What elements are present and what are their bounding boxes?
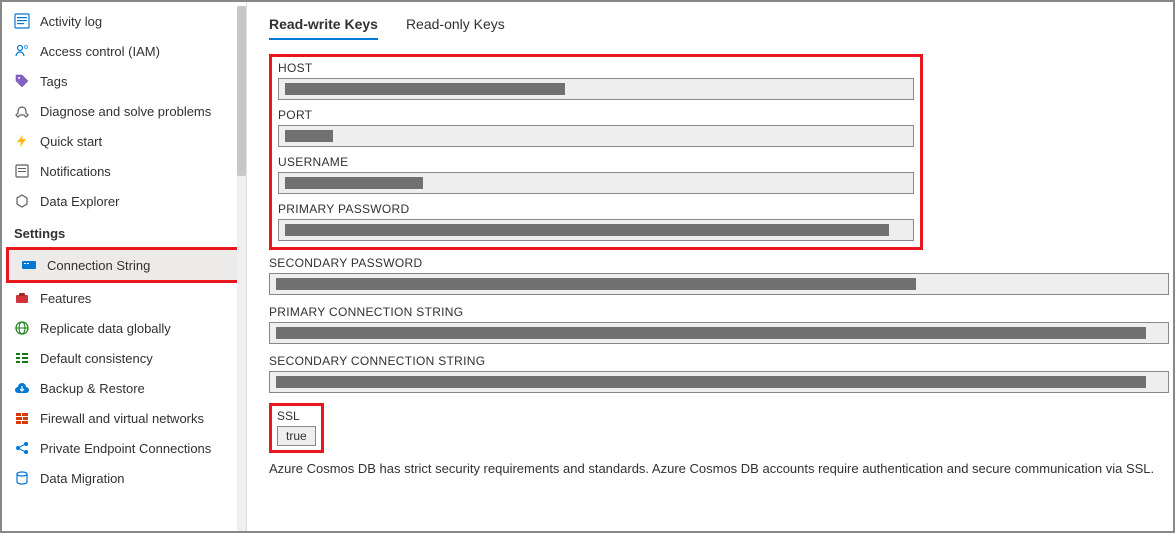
secondary-password-input[interactable] [269,273,1169,295]
consistency-icon [14,350,30,366]
sidebar-item-label: Data Migration [40,471,125,486]
secondary-conn-label: SECONDARY CONNECTION STRING [269,354,1169,368]
sidebar-item-label: Diagnose and solve problems [40,104,211,119]
sidebar-item-connection-string[interactable]: Connection String [9,250,239,280]
sidebar-item-label: Tags [40,74,67,89]
sidebar-item-firewall[interactable]: Firewall and virtual networks [2,403,246,433]
firewall-icon [14,410,30,426]
main-panel: Read-write Keys Read-only Keys HOST PORT… [247,2,1173,531]
sidebar-item-label: Backup & Restore [40,381,145,396]
sidebar-item-label: Data Explorer [40,194,119,209]
globe-icon [14,320,30,336]
data-explorer-icon [14,193,30,209]
sidebar-item-backup[interactable]: Backup & Restore [2,373,246,403]
sidebar-item-quickstart[interactable]: Quick start [2,126,246,156]
highlight-ssl: SSL true [269,403,324,453]
port-redacted [285,130,333,142]
sidebar-scrollbar-thumb[interactable] [237,6,246,176]
host-redacted [285,83,565,95]
host-input[interactable] [278,78,914,100]
sidebar-item-label: Default consistency [40,351,153,366]
quickstart-icon [14,133,30,149]
migration-icon [14,470,30,486]
username-input[interactable] [278,172,914,194]
primary-conn-input[interactable] [269,322,1169,344]
sidebar-item-migration[interactable]: Data Migration [2,463,246,493]
primary-conn-label: PRIMARY CONNECTION STRING [269,305,1169,319]
sidebar-item-label: Notifications [40,164,111,179]
sidebar-item-label: Replicate data globally [40,321,171,336]
features-icon [14,290,30,306]
sidebar-item-replicate[interactable]: Replicate data globally [2,313,246,343]
primary-password-label: PRIMARY PASSWORD [278,202,914,216]
primary-conn-redacted [276,327,1146,339]
highlight-connection-string: Connection String [6,247,242,283]
port-input[interactable] [278,125,914,147]
ssl-label: SSL [277,409,316,423]
sidebar: Activity log Access control (IAM) Tags D… [2,2,247,531]
primary-password-redacted [285,224,889,236]
sidebar-item-label: Private Endpoint Connections [40,441,211,456]
sidebar-item-notifications[interactable]: Notifications [2,156,246,186]
activity-log-icon [14,13,30,29]
sidebar-item-label: Quick start [40,134,102,149]
secondary-conn-input[interactable] [269,371,1169,393]
connection-string-icon [21,257,37,273]
sidebar-item-features[interactable]: Features [2,283,246,313]
username-redacted [285,177,423,189]
port-label: PORT [278,108,914,122]
access-control-icon [14,43,30,59]
footer-note: Azure Cosmos DB has strict security requ… [269,461,1173,476]
notifications-icon [14,163,30,179]
highlight-connection-fields: HOST PORT USERNAME PRIMARY PASSWORD [269,54,923,250]
username-label: USERNAME [278,155,914,169]
sidebar-item-label: Access control (IAM) [40,44,160,59]
sidebar-item-label: Firewall and virtual networks [40,411,204,426]
sidebar-item-activity-log[interactable]: Activity log [2,6,246,36]
sidebar-item-label: Features [40,291,91,306]
sidebar-item-consistency[interactable]: Default consistency [2,343,246,373]
sidebar-item-label: Activity log [40,14,102,29]
endpoint-icon [14,440,30,456]
sidebar-item-endpoint[interactable]: Private Endpoint Connections [2,433,246,463]
host-label: HOST [278,61,914,75]
tab-read-write-keys[interactable]: Read-write Keys [269,16,378,40]
ssl-input[interactable]: true [277,426,316,446]
secondary-conn-redacted [276,376,1146,388]
sidebar-item-label: Connection String [47,258,150,273]
primary-password-input[interactable] [278,219,914,241]
settings-header: Settings [2,216,246,247]
diagnose-icon [14,103,30,119]
backup-icon [14,380,30,396]
sidebar-item-data-explorer[interactable]: Data Explorer [2,186,246,216]
tab-read-only-keys[interactable]: Read-only Keys [406,16,505,40]
secondary-password-label: SECONDARY PASSWORD [269,256,1169,270]
sidebar-item-access-control[interactable]: Access control (IAM) [2,36,246,66]
sidebar-item-tags[interactable]: Tags [2,66,246,96]
tag-icon [14,73,30,89]
secondary-password-redacted [276,278,916,290]
keys-tabs: Read-write Keys Read-only Keys [269,16,1173,40]
sidebar-item-diagnose[interactable]: Diagnose and solve problems [2,96,246,126]
